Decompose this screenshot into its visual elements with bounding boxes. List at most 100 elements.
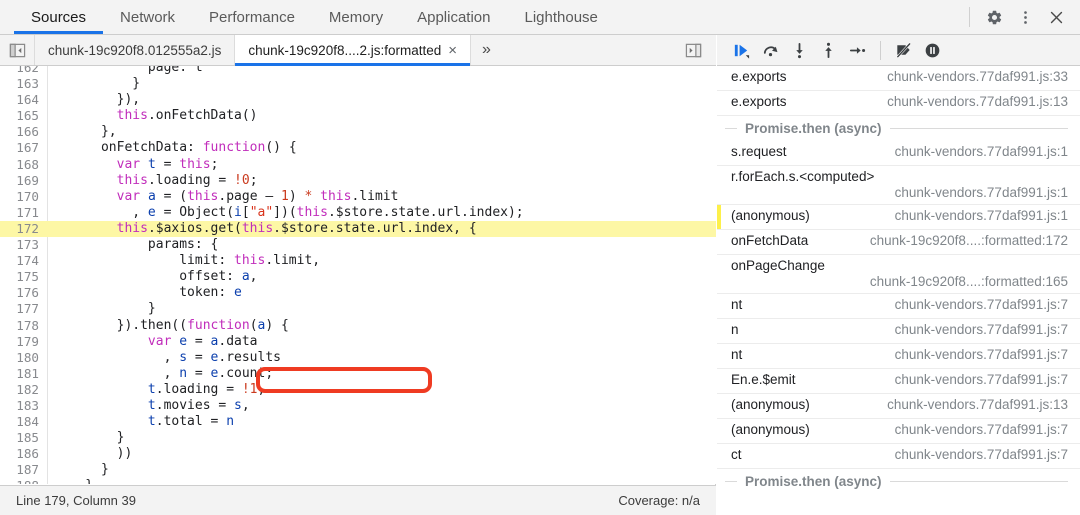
call-stack-frame[interactable]: (anonymous) chunk-vendors.77daf991.js:7 [717,419,1080,444]
call-stack-list[interactable]: e.exports chunk-vendors.77daf991.js:33 e.e… [717,66,1080,515]
panel-tab-sources[interactable]: Sources [14,0,104,34]
call-stack-frame[interactable]: En.e.$emit chunk-vendors.77daf991.js:7 [717,369,1080,394]
panel-tab-memory[interactable]: Memory [312,0,400,34]
call-stack-frame[interactable]: n chunk-vendors.77daf991.js:7 [717,319,1080,344]
panel-tab-lighthouse[interactable]: Lighthouse [507,0,614,34]
more-vertical-icon[interactable] [1011,3,1039,31]
call-stack-frame[interactable]: e.exports chunk-vendors.77daf991.js:33 [717,66,1080,91]
call-stack-frame[interactable]: onPageChange chunk-19c920f8....:formatted… [717,255,1080,294]
code-line[interactable]: 177 } [0,301,716,317]
show-debugger-sidebar-icon[interactable] [679,36,707,64]
step-icon[interactable] [845,38,870,63]
deactivate-breakpoints-icon[interactable] [891,38,916,63]
code-token: n [179,365,188,381]
call-stack-frame[interactable]: e.exports chunk-vendors.77daf991.js:13 [717,91,1080,116]
line-number[interactable]: 183 [0,398,46,414]
call-stack-frame[interactable]: onFetchData chunk-19c920f8....:formatted:… [717,230,1080,255]
show-navigator-icon[interactable] [0,35,34,65]
line-number[interactable]: 181 [0,366,46,382]
line-number[interactable]: 185 [0,430,46,446]
close-icon[interactable]: × [448,43,457,58]
code-line[interactable]: 164 }), [0,92,716,108]
line-number[interactable]: 186 [0,446,46,462]
line-number[interactable]: 173 [0,237,46,253]
call-stack-frame[interactable]: ct chunk-vendors.77daf991.js:7 [717,444,1080,469]
line-number[interactable]: 166 [0,124,46,140]
code-line[interactable]: 176 token: e [0,285,716,301]
line-number[interactable]: 187 [0,462,46,478]
line-number[interactable]: 179 [0,334,46,350]
code-line[interactable]: 184 t.total = n [0,414,716,430]
code-token: – [265,188,274,204]
file-tab[interactable]: chunk-19c920f8....2.js:formatted × [235,35,472,66]
cursor-position-label: Line 179, Column 39 [16,493,136,508]
call-stack-frame[interactable]: r.forEach.s.<computed> chunk-vendors.77da… [717,166,1080,205]
code-line[interactable]: 171 , e = Object(i["a"])(this.$store.sta… [0,205,716,221]
code-line[interactable]: 173 params: { [0,237,716,253]
code-line[interactable]: 180 , s = e.results [0,350,716,366]
line-number[interactable]: 172 [0,220,46,238]
call-stack-frame[interactable]: nt chunk-vendors.77daf991.js:7 [717,344,1080,369]
step-over-icon[interactable] [758,38,783,63]
code-viewer[interactable]: 162 page: t 163 } 164 }), 165 this.onFetchD… [0,66,716,484]
line-number[interactable]: 188 [0,478,46,484]
step-out-icon[interactable] [816,38,841,63]
code-line[interactable]: 187 } [0,462,716,478]
pause-on-exceptions-icon[interactable] [920,38,945,63]
code-token: = [187,333,211,349]
code-line[interactable]: 172 this.$axios.get(this.$store.state.ur… [0,220,716,238]
gear-icon[interactable] [980,3,1008,31]
panel-tab-performance[interactable]: Performance [192,0,312,34]
line-number[interactable]: 175 [0,269,46,285]
line-number[interactable]: 169 [0,173,46,189]
code-line[interactable]: 182 t.loading = !1, [0,382,716,398]
call-stack-frame[interactable]: (anonymous) chunk-vendors.77daf991.js:1 [717,205,1080,230]
code-line[interactable]: 186 )) [0,446,716,462]
line-number[interactable]: 182 [0,382,46,398]
line-number[interactable]: 176 [0,285,46,301]
line-number[interactable]: 162 [0,66,46,76]
close-icon[interactable] [1042,3,1070,31]
code-line[interactable]: 169 this.loading = !0; [0,173,716,189]
step-into-icon[interactable] [787,38,812,63]
call-stack-frame[interactable]: s.request chunk-vendors.77daf991.js:1 [717,141,1080,166]
code-line[interactable]: 183 t.movies = s, [0,398,716,414]
panel-tab-application[interactable]: Application [400,0,507,34]
line-number[interactable]: 164 [0,92,46,108]
line-number[interactable]: 168 [0,157,46,173]
code-line[interactable]: 181 , n = e.count; [0,366,716,382]
code-line[interactable]: 175 offset: a, [0,269,716,285]
line-number[interactable]: 163 [0,76,46,92]
code-line[interactable]: 174 limit: this.limit, [0,253,716,269]
code-line[interactable]: 165 this.onFetchData() [0,108,716,124]
line-number[interactable]: 165 [0,108,46,124]
line-number[interactable]: 171 [0,205,46,221]
code-line[interactable]: 162 page: t [0,66,716,76]
line-number[interactable]: 174 [0,253,46,269]
code-line[interactable]: 163 } [0,76,716,92]
resume-script-execution-icon[interactable] [729,38,754,63]
code-line[interactable]: 167 onFetchData: function() { [0,140,716,156]
file-tab-overflow-button[interactable]: » [471,35,502,65]
panel-tab-network[interactable]: Network [103,0,192,34]
file-tab[interactable]: chunk-19c920f8.012555a2.js [34,35,236,65]
code-line[interactable]: 166 }, [0,124,716,140]
code-line[interactable]: 179 var e = a.data [0,334,716,350]
call-stack-frame[interactable]: (anonymous) chunk-vendors.77daf991.js:13 [717,394,1080,419]
code-line[interactable]: 185 } [0,430,716,446]
code-line[interactable]: 170 var a = (this.page – 1) * this.limit [0,189,716,205]
code-token: 1 [281,188,289,204]
line-number[interactable]: 184 [0,414,46,430]
file-tabs: chunk-19c920f8.012555a2.js chunk-19c920f8… [34,35,472,66]
line-number[interactable]: 178 [0,318,46,334]
call-stack-frame[interactable]: nt chunk-vendors.77daf991.js:7 [717,294,1080,319]
code-line[interactable]: 168 var t = this; [0,157,716,173]
line-number[interactable]: 170 [0,189,46,205]
line-number[interactable]: 180 [0,350,46,366]
line-number[interactable]: 177 [0,301,46,317]
code-line[interactable]: 188 } [0,478,716,484]
code-line-text: this.$axios.get(this.$store.state.url.in… [46,221,477,237]
code-token: = ( [155,188,188,204]
code-line[interactable]: 178 }).then((function(a) { [0,318,716,334]
line-number[interactable]: 167 [0,140,46,156]
